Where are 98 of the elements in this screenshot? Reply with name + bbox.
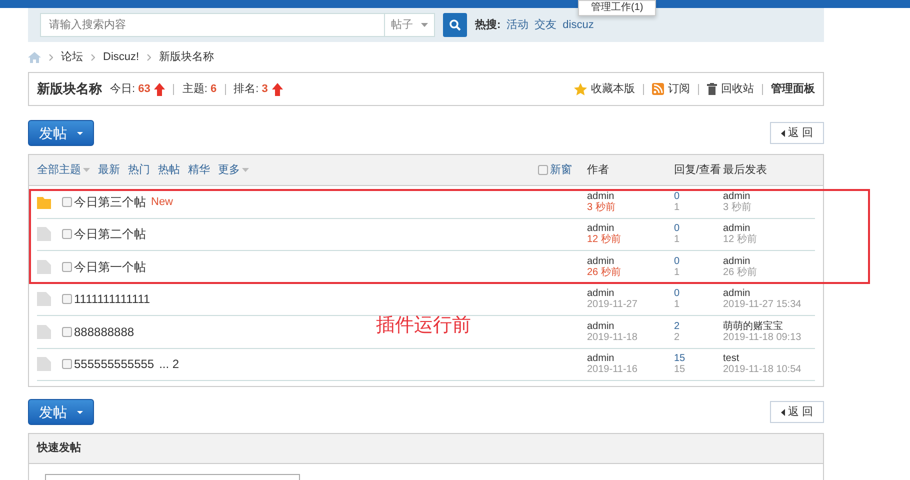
filter-link[interactable]: 更多 bbox=[218, 162, 240, 178]
breadcrumb-link[interactable]: Discuz! bbox=[103, 48, 140, 66]
view-count: 2 bbox=[674, 332, 681, 343]
forum-action-link[interactable]: 订阅 bbox=[668, 80, 690, 98]
chevron-right-icon bbox=[147, 54, 152, 60]
type-select[interactable]: 帖子 bbox=[385, 13, 435, 37]
last-poster[interactable]: admin bbox=[723, 190, 815, 202]
post-time: 2019-11-27 bbox=[587, 299, 638, 310]
breadcrumb-current: 新版块名称 bbox=[159, 50, 214, 65]
filter-link[interactable]: 全部主题 bbox=[37, 162, 81, 178]
left-triangle-icon bbox=[780, 408, 785, 416]
post-time: 3 秒前 bbox=[587, 202, 616, 213]
author-name[interactable]: admin bbox=[587, 256, 674, 268]
last-post-time: 3 秒前 bbox=[723, 202, 752, 213]
author-name[interactable]: admin bbox=[587, 223, 674, 234]
menu-popup[interactable]: 管理工作(1) bbox=[578, 0, 656, 16]
forum-stat: 主题: 6 bbox=[182, 82, 217, 97]
caret-icon bbox=[77, 410, 83, 414]
back-button[interactable]: 返 回 bbox=[770, 122, 824, 144]
new-window-checkbox[interactable]: 新窗 bbox=[538, 162, 583, 178]
search-field[interactable]: 请输入搜索内容 bbox=[40, 13, 385, 37]
view-count: 1 bbox=[674, 202, 681, 213]
thread-title[interactable]: 今日第一个帖 bbox=[74, 258, 146, 276]
page-link[interactable]: ... 2 bbox=[159, 355, 180, 374]
star-icon bbox=[574, 82, 587, 96]
last-post-time: 12 秒前 bbox=[723, 234, 758, 246]
reply-count: 0 bbox=[674, 190, 681, 202]
row-checkbox[interactable] bbox=[62, 196, 72, 207]
last-poster[interactable]: admin bbox=[723, 256, 815, 268]
chevron-right-icon bbox=[91, 54, 95, 60]
reply-count: 0 bbox=[674, 223, 681, 234]
reply-count: 0 bbox=[674, 288, 681, 300]
thread-title[interactable]: 888888888 bbox=[74, 322, 134, 341]
new-label: New bbox=[151, 194, 174, 210]
search-icon bbox=[449, 19, 461, 31]
last-post-time: 2019-11-18 10:54 bbox=[723, 364, 802, 376]
reply-count: 2 bbox=[674, 320, 681, 332]
left-triangle-icon bbox=[780, 130, 785, 136]
column-header: 作者 bbox=[587, 162, 610, 178]
hot-search-link[interactable]: discuz bbox=[562, 16, 594, 34]
forum-action-link[interactable]: 回收站 bbox=[721, 80, 754, 98]
row-checkbox[interactable] bbox=[62, 294, 72, 304]
forum-stat: 排名: 3 bbox=[234, 82, 268, 97]
thread-title[interactable]: 1111111111111 bbox=[74, 290, 150, 308]
reply-count: 15 bbox=[674, 353, 686, 364]
back-button[interactable]: 返 回 bbox=[770, 401, 824, 423]
hot-search-link[interactable]: 活动 bbox=[506, 16, 529, 34]
post-button[interactable]: 发帖 bbox=[28, 120, 94, 146]
home-icon bbox=[28, 52, 41, 62]
hot-search-label: 热搜: bbox=[475, 18, 501, 33]
thread-title[interactable]: 555555555555 bbox=[74, 355, 154, 374]
post-time: 2019-11-16 bbox=[587, 364, 638, 376]
post-time: 26 秒前 bbox=[587, 267, 622, 278]
thread-title[interactable]: 今日第二个帖 bbox=[74, 225, 146, 244]
post-time: 12 秒前 bbox=[587, 234, 622, 246]
view-count: 1 bbox=[674, 267, 681, 278]
last-poster[interactable]: test bbox=[723, 353, 815, 364]
forum-title: 新版块名称 bbox=[37, 80, 102, 98]
row-checkbox[interactable] bbox=[62, 359, 72, 370]
post-time: 2019-11-18 bbox=[587, 332, 638, 343]
author-name[interactable]: admin bbox=[587, 288, 674, 300]
section-title: 快速发帖 bbox=[29, 434, 823, 464]
filter-link[interactable]: 热门 bbox=[128, 162, 150, 178]
column-header: 最后发表 bbox=[723, 162, 768, 178]
forum-action-link[interactable]: 收藏本版 bbox=[591, 80, 635, 98]
filter-link[interactable]: 最新 bbox=[98, 162, 120, 178]
trash-icon bbox=[707, 83, 717, 95]
last-poster[interactable]: admin bbox=[723, 288, 815, 300]
search-button[interactable] bbox=[443, 13, 467, 37]
hot-search-link[interactable]: 交友 bbox=[534, 16, 557, 34]
view-count: 15 bbox=[674, 364, 686, 376]
view-count: 1 bbox=[674, 234, 681, 246]
last-post-time: 2019-11-18 09:13 bbox=[723, 332, 802, 343]
caret-icon bbox=[421, 23, 428, 27]
thread-title[interactable]: 今日第三个帖 bbox=[74, 192, 146, 211]
author-name[interactable]: admin bbox=[587, 190, 674, 202]
row-checkbox[interactable] bbox=[62, 326, 72, 337]
last-post-time: 2019-11-27 15:34 bbox=[723, 299, 802, 310]
annotation-label: 插件运行前 bbox=[376, 314, 471, 338]
view-count: 1 bbox=[674, 299, 681, 310]
rss-icon bbox=[652, 83, 664, 95]
chevron-right-icon bbox=[49, 54, 53, 60]
row-checkbox[interactable] bbox=[62, 229, 72, 240]
forum-action-link[interactable]: 管理面板 bbox=[771, 80, 815, 98]
post-button[interactable]: 发帖 bbox=[28, 399, 94, 425]
column-header: 回复/查看 bbox=[674, 162, 722, 178]
forum-stat: 今日: 63 bbox=[110, 82, 150, 97]
last-post-time: 26 秒前 bbox=[723, 267, 758, 278]
last-poster[interactable]: 萌萌的赌宝宝 bbox=[723, 320, 815, 332]
row-checkbox[interactable] bbox=[62, 262, 72, 272]
filter-link[interactable]: 热帖 bbox=[158, 162, 180, 178]
filter-link[interactable]: 精华 bbox=[188, 162, 210, 178]
author-name[interactable]: admin bbox=[587, 353, 674, 364]
last-poster[interactable]: admin bbox=[723, 223, 815, 234]
author-name[interactable]: admin bbox=[587, 320, 674, 332]
reply-count: 0 bbox=[674, 256, 681, 268]
breadcrumb-link[interactable]: 论坛 bbox=[61, 48, 83, 66]
caret-icon bbox=[77, 132, 83, 134]
